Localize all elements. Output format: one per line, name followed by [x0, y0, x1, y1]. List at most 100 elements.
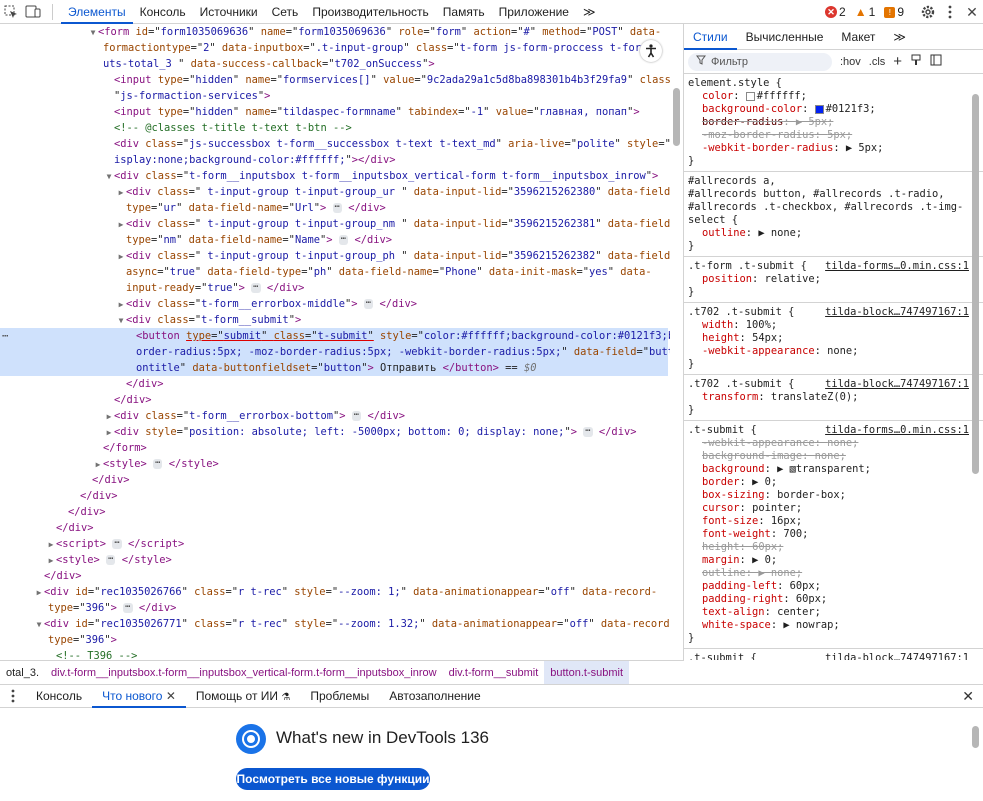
tab-performance[interactable]: Производительность [305, 0, 435, 24]
expand-triangle-icon[interactable]: ▶ [116, 297, 126, 313]
close-devtools-icon[interactable]: ✕ [961, 1, 983, 23]
style-property[interactable]: -webkit-border-radius: ▶ 5px; [688, 142, 979, 155]
style-rule[interactable]: .t702 .t-submit {tilda-block…747497167:1… [684, 375, 983, 421]
tab-elements[interactable]: Элементы [61, 0, 133, 24]
color-swatch-icon[interactable] [745, 91, 755, 101]
dom-node-line[interactable]: formactiontype="2" data-inputbox=".t-inp… [0, 40, 668, 56]
style-property[interactable]: white-space: ▶ nowrap; [688, 619, 979, 632]
rule-source-link[interactable]: tilda-block…747497167:1 [825, 306, 969, 318]
style-property[interactable]: -webkit-appearance: none; [688, 437, 979, 450]
style-property[interactable]: box-sizing: border-box; [688, 489, 979, 502]
drawer-menu-icon[interactable] [0, 685, 26, 707]
dom-node-line[interactable]: <div class="js-successbox t-form__succes… [0, 136, 670, 152]
dom-node-line[interactable]: </div> [0, 504, 668, 520]
dom-node-line[interactable]: </div> [0, 472, 668, 488]
close-drawer-icon[interactable]: ✕ [962, 688, 974, 705]
cls-toggle-button[interactable]: .cls [869, 56, 886, 68]
tab-console[interactable]: Консоль [133, 0, 193, 24]
dom-node-line[interactable]: ▶ <style> ⋯ </style> [0, 456, 668, 472]
style-property[interactable]: background: ▶ ▧transparent; [688, 463, 979, 476]
style-property[interactable]: outline: ▶ none; [688, 567, 979, 580]
style-property[interactable]: padding-left: 60px; [688, 580, 979, 593]
style-property[interactable]: border: ▶ 0; [688, 476, 979, 489]
drawer-tab-whats-new[interactable]: Что нового ✕ [92, 684, 186, 708]
dom-node-line[interactable]: <input type="hidden" name="tildaspec-for… [0, 104, 668, 120]
style-rule[interactable]: #allrecords a, #allrecords button, #allre… [684, 172, 983, 257]
dom-node-line[interactable]: ▼ <form id="form1035069636" name="form103… [0, 24, 668, 40]
breadcrumb-item[interactable]: div.t-form__inputsbox.t-form__inputsbox_… [45, 661, 443, 684]
dom-node-line[interactable]: type="396"> ⋯ </div> [0, 600, 668, 616]
style-property[interactable]: padding-right: 60px; [688, 593, 979, 606]
drawer-scrollbar[interactable] [969, 712, 983, 798]
dom-node-line[interactable]: ▶ <div style="position: absolute; left: -… [0, 424, 668, 440]
more-options-icon[interactable] [939, 1, 961, 23]
style-property[interactable]: height: 60px; [688, 541, 979, 554]
settings-gear-icon[interactable] [917, 1, 939, 23]
tab-network[interactable]: Сеть [265, 0, 306, 24]
style-property[interactable]: font-weight: 700; [688, 528, 979, 541]
color-swatch-icon[interactable] [814, 104, 824, 114]
dom-node-line[interactable]: type="ur" data-field-name="Url"> ⋯ </div… [0, 200, 668, 216]
tab-computed[interactable]: Вычисленные [737, 24, 833, 50]
style-property[interactable]: border-radius: ▶ 5px; [688, 116, 979, 129]
dom-node-selected[interactable]: ontitle" data-buttonfieldset="button"> О… [0, 360, 668, 376]
device-toolbar-icon[interactable] [22, 1, 44, 23]
style-property[interactable]: -moz-border-radius: 5px; [688, 129, 979, 142]
dom-node-line[interactable]: ▶ <div id="rec1035026766" class="r t-rec"… [0, 584, 668, 600]
expand-triangle-icon[interactable]: ▶ [116, 217, 126, 233]
style-property[interactable]: cursor: pointer; [688, 502, 979, 515]
style-property[interactable]: transform: translateZ(0); [688, 391, 979, 404]
dom-node-line[interactable]: uts-total_3 " data-success-callback="t70… [0, 56, 668, 72]
breadcrumb-item-selected[interactable]: button.t-submit [544, 661, 630, 684]
expand-triangle-icon[interactable]: ▶ [104, 409, 114, 425]
styles-filter-input[interactable]: Фильтр [688, 52, 832, 71]
tab-layout[interactable]: Макет [832, 24, 884, 50]
expand-triangle-icon[interactable]: ▶ [104, 425, 114, 441]
styles-scrollbar[interactable] [969, 74, 983, 660]
dom-node-line[interactable]: ▶ <div class="t-form__errorbox-bottom"> ⋯… [0, 408, 668, 424]
inspect-element-icon[interactable] [0, 1, 22, 23]
dom-node-line[interactable]: type="nm" data-field-name="Name"> ⋯ </di… [0, 232, 668, 248]
dom-node-line[interactable]: type="396"> [0, 632, 668, 648]
dom-node-line[interactable]: ▼ <div id="rec1035026771" class="r t-rec"… [0, 616, 670, 633]
tab-sources[interactable]: Источники [193, 0, 265, 24]
expand-triangle-icon[interactable]: ▶ [34, 585, 44, 601]
tab-styles[interactable]: Стили [684, 24, 737, 50]
collapse-triangle-icon[interactable]: ▼ [104, 169, 114, 185]
style-property[interactable]: font-size: 16px; [688, 515, 979, 528]
dom-node-line[interactable]: ▶ <div class=" t-input-group t-input-grou… [0, 248, 670, 264]
style-property[interactable]: width: 100%; [688, 319, 979, 332]
dom-node-line[interactable]: <!-- T396 --> [0, 648, 668, 660]
dom-node-line[interactable]: ▶ <div class=" t-input-group t-input-grou… [0, 184, 670, 200]
drawer-tab-ai-assistance[interactable]: Помощь от ИИ ⚗ [186, 684, 300, 708]
tab-application[interactable]: Приложение [492, 0, 576, 24]
style-property[interactable]: background-color: #0121f3; [688, 103, 979, 116]
style-rule[interactable]: .t702 .t-submit {tilda-block…747497167:1… [684, 303, 983, 375]
dom-node-line[interactable]: <!-- @classes t-title t-text t-btn --> [0, 120, 668, 136]
dom-node-line[interactable]: async="true" data-field-type="ph" data-f… [0, 264, 668, 280]
dom-node-line[interactable]: </div> [0, 568, 668, 584]
dom-node-line[interactable]: ▼ <div class="t-form__submit"> [0, 312, 668, 328]
breadcrumb-item[interactable]: div.t-form__submit [443, 661, 545, 684]
dom-node-line[interactable]: ▶ <div class=" t-input-group t-input-grou… [0, 216, 670, 233]
dom-node-line[interactable]: "js-formaction-services"> [0, 88, 668, 104]
collapse-triangle-icon[interactable]: ▼ [88, 25, 98, 41]
style-property[interactable]: position: relative; [688, 273, 979, 286]
dom-node-line[interactable]: input-ready="true"> ⋯ </div> [0, 280, 668, 296]
tab-memory[interactable]: Память [436, 0, 492, 24]
dom-node-line[interactable]: </div> [0, 488, 668, 504]
styles-more-tabs-button[interactable]: ≫ [884, 24, 915, 50]
style-property[interactable]: color: #ffffff; [688, 90, 979, 103]
elements-dom-tree[interactable]: ▼ <form id="form1035069636" name="form103… [0, 24, 670, 660]
collapse-triangle-icon[interactable]: ▼ [34, 617, 44, 633]
rule-source-link[interactable]: tilda-forms…0.min.css:1 [825, 260, 969, 272]
elements-scrollbar[interactable] [670, 24, 684, 660]
dom-node-line[interactable]: ▼ <div class="t-form__inputsbox t-form__i… [0, 168, 668, 184]
expand-triangle-icon[interactable]: ▶ [93, 457, 103, 473]
dom-node-selected[interactable]: order-radius:5px; -moz-border-radius:5px… [0, 344, 670, 360]
dom-node-line[interactable]: ▶ <style> ⋯ </style> [0, 552, 668, 568]
accessibility-icon[interactable] [640, 40, 662, 62]
dom-node-line[interactable]: ▶ <div class="t-form__errorbox-middle"> ⋯… [0, 296, 668, 312]
style-property[interactable]: text-align: center; [688, 606, 979, 619]
toggle-sidebar-icon[interactable] [930, 54, 942, 69]
